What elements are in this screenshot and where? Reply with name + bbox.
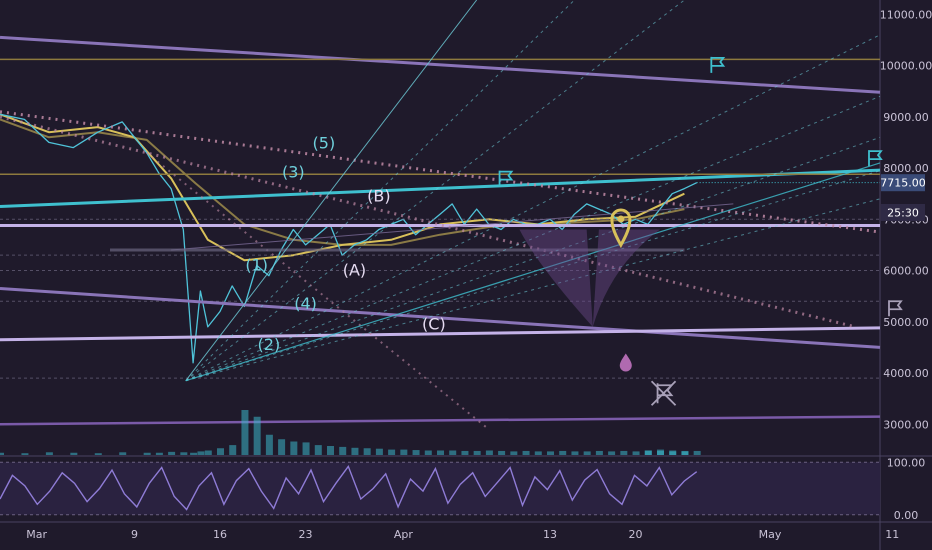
volume-bar [461,450,469,455]
pin-dot [617,215,625,223]
volume-bar [388,449,396,455]
time-tick-label: Mar [26,528,47,541]
price-tick-label: 4000.00 [883,367,929,380]
wave-label[interactable]: (B) [367,186,390,205]
price-tick-label: 3000.00 [883,418,929,431]
volume-bar [559,450,567,455]
wave-label[interactable]: (C) [422,314,446,333]
volume-bar [498,450,506,455]
volume-bar [351,447,359,455]
wave-label[interactable]: (A) [343,261,366,280]
volume-bar [400,449,408,455]
countdown-label: 25:30 [887,207,919,220]
time-tick-label: May [759,528,782,541]
volume-bar [119,452,127,455]
volume-bar [547,451,554,455]
oscillator-tick-label: 0.00 [894,509,919,522]
oscillator-tick-label: 100.00 [887,456,926,469]
price-tick-label: 11000.00 [880,8,932,21]
volume-bar [204,450,212,455]
volume-bar [265,434,273,455]
time-tick-label: 16 [213,528,227,541]
volume-bar [155,452,163,455]
volume-bar [644,450,652,455]
volume-bar [375,448,383,455]
volume-bar [424,450,432,455]
price-tick-label: 10000.00 [880,60,932,73]
volume-bar [197,451,205,455]
volume-bar [437,450,444,455]
price-tick-label: 5000.00 [883,316,929,329]
volume-bar [363,448,371,455]
volume-bar [45,452,53,455]
volume-bar [657,449,664,455]
volume-bar [290,441,298,455]
volume-bar [510,451,518,455]
volume-bar [143,452,151,455]
volume-bar [21,453,29,455]
price-tick-label: 9000.00 [883,111,929,124]
volume-bar [253,416,261,455]
wave-label[interactable]: (4) [294,294,317,313]
volume-bar [278,439,286,455]
time-tick-label: 23 [299,528,313,541]
volume-bar [180,452,188,455]
time-tick-label: 13 [543,528,557,541]
time-tick-label: 11 [885,528,899,541]
volume-bar [168,451,176,455]
volume-bar [217,448,224,455]
wave-label[interactable]: (3) [282,162,305,181]
volume-bar [620,450,628,455]
volume-bar [681,450,689,455]
volume-bar [241,410,249,455]
volume-bar [583,451,591,455]
volume-bar [693,450,701,455]
volume-bar [339,446,347,455]
chart[interactable]: (1) (2) (3) (4) (5) (A) (B) (C) 3000.00 4000.00 5… [0,0,932,550]
oscillator-pane[interactable] [0,461,880,516]
volume-bar [229,445,237,455]
volume-bar [412,450,420,455]
price-tick-label: 6000.00 [883,265,929,278]
volume-bar [302,442,310,455]
oscillator-band [0,462,880,515]
volume-bar [485,450,493,455]
volume-bar [595,450,603,455]
volume-bar [190,452,198,455]
volume-bar [522,450,530,455]
volume-bar [473,450,481,455]
volume-bar [669,450,677,455]
time-tick-label: 20 [629,528,643,541]
volume-bar [632,451,640,455]
price-tick-label: 8000.00 [883,162,929,175]
volume-bar [94,453,102,455]
wave-label[interactable]: (1) [245,256,268,275]
volume-bar [608,451,616,455]
time-tick-label: Apr [394,528,414,541]
volume-bar [70,452,78,455]
volume-bar [571,451,579,455]
current-price-label: 7715.00 [880,177,926,190]
volume-bar [314,445,322,455]
time-tick-label: 9 [131,528,138,541]
volume-bar [0,452,4,455]
volume-bar [327,446,334,455]
volume-bar [449,450,457,455]
volume-bar [534,451,542,455]
wave-label[interactable]: (2) [258,335,281,354]
wave-label[interactable]: (5) [313,134,336,153]
